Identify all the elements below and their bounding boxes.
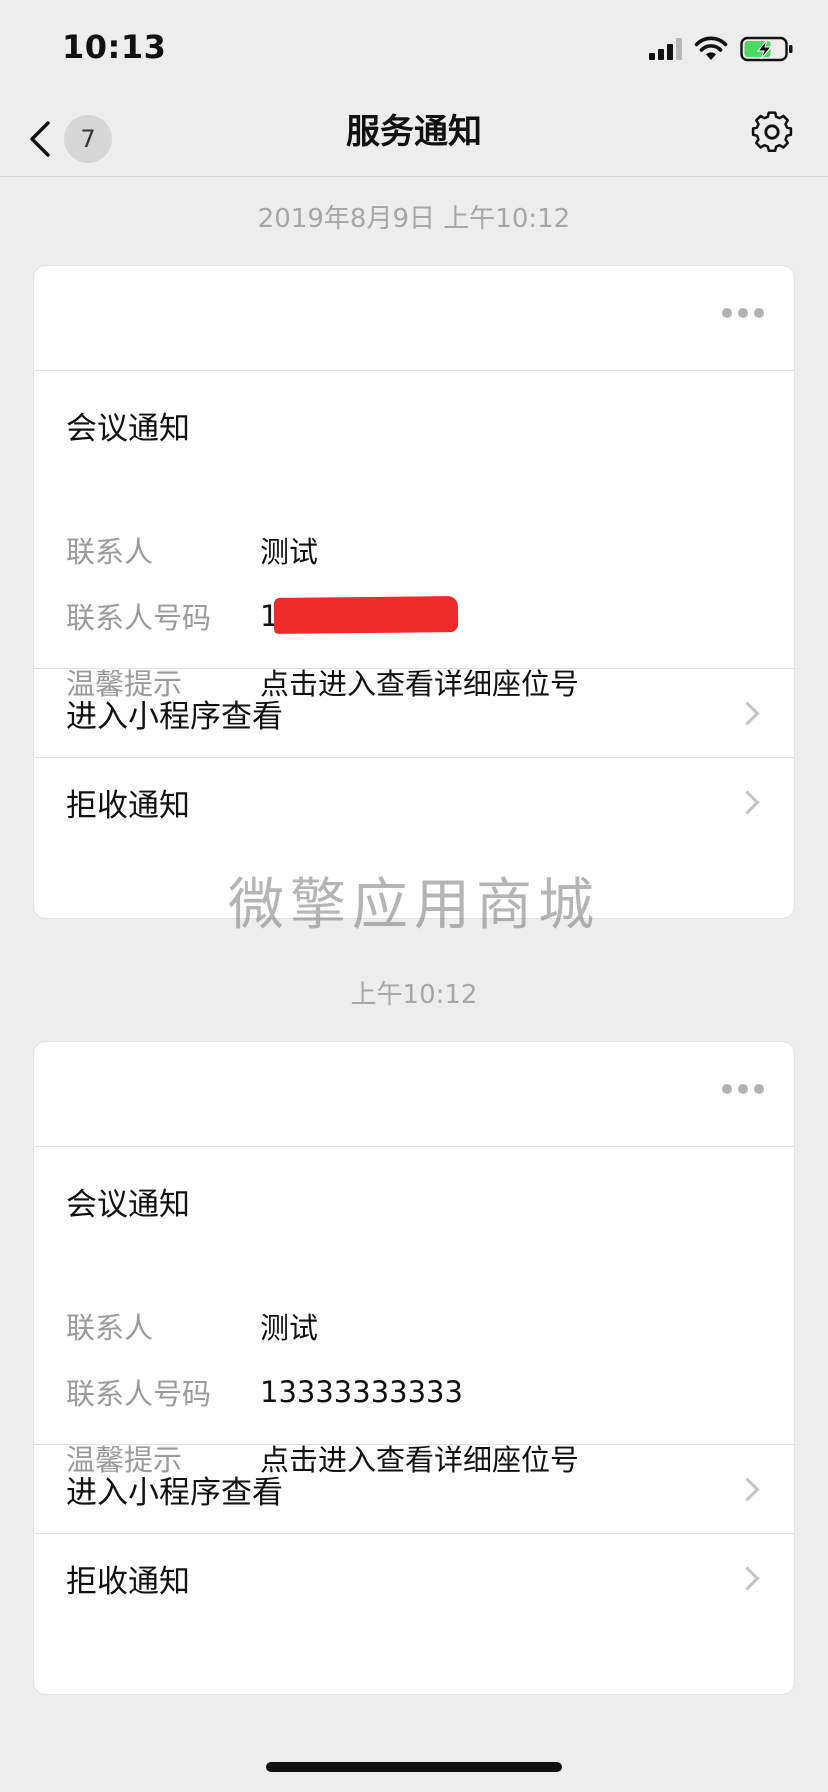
card-body: 会议通知 联系人 测试 联系人号码 1 温馨提示 点击进入查看详细座位号	[34, 371, 794, 701]
more-options-button[interactable]	[722, 308, 764, 318]
more-dot-icon	[738, 308, 748, 318]
field-label: 联系人号码	[66, 1377, 212, 1411]
battery-charging-icon	[740, 36, 793, 62]
status-icons	[649, 34, 794, 64]
redaction-mark	[273, 596, 459, 634]
field-row-phone: 联系人号码 13333333333	[66, 1359, 762, 1425]
field-label: 联系人	[66, 535, 154, 569]
card-header	[34, 1042, 794, 1147]
reject-notification-button[interactable]: 拒收通知	[34, 757, 794, 846]
more-dot-icon	[754, 308, 764, 318]
nav-bar: 服务通知 7	[0, 100, 828, 177]
chevron-right-icon	[735, 700, 760, 726]
home-indicator[interactable]	[266, 1762, 562, 1772]
action-label: 拒收通知	[66, 787, 190, 824]
field-label: 联系人	[66, 1311, 154, 1345]
action-label: 进入小程序查看	[66, 1474, 283, 1511]
field-value: 测试	[260, 1311, 319, 1345]
card-title: 会议通知	[66, 1187, 190, 1223]
back-button[interactable]: 7	[28, 114, 112, 164]
card-header	[34, 266, 794, 371]
field-value: 测试	[260, 535, 319, 569]
field-row-phone: 联系人号码 1	[66, 583, 762, 649]
chevron-right-icon	[735, 789, 760, 815]
field-row-contact: 联系人 测试	[66, 517, 762, 583]
message-timestamp: 上午10:12	[350, 980, 478, 1010]
card-title: 会议通知	[66, 411, 190, 447]
gear-icon	[751, 111, 793, 153]
field-value-redacted: 1	[260, 596, 459, 634]
action-label: 拒收通知	[66, 1563, 190, 1600]
more-options-button[interactable]	[722, 1084, 764, 1094]
chevron-right-icon	[735, 1476, 760, 1502]
chevron-right-icon	[735, 1565, 760, 1591]
card-body: 会议通知 联系人 测试 联系人号码 13333333333 温馨提示 点击进入查…	[34, 1147, 794, 1477]
notification-card: 会议通知 联系人 测试 联系人号码 13333333333 温馨提示 点击进入查…	[34, 1042, 794, 1694]
action-label: 进入小程序查看	[66, 698, 283, 735]
open-mini-program-button[interactable]: 进入小程序查看	[34, 1445, 794, 1533]
field-label: 联系人号码	[66, 601, 212, 635]
reject-notification-button[interactable]: 拒收通知	[34, 1533, 794, 1622]
signal-icon	[649, 38, 682, 60]
more-dot-icon	[722, 308, 732, 318]
page-title: 服务通知	[346, 112, 482, 152]
wifi-icon	[694, 36, 728, 60]
status-time: 10:13	[62, 28, 167, 66]
more-dot-icon	[754, 1084, 764, 1094]
chevron-left-icon	[30, 121, 50, 157]
more-dot-icon	[722, 1084, 732, 1094]
more-dot-icon	[738, 1084, 748, 1094]
message-timestamp: 2019年8月9日 上午10:12	[257, 204, 571, 234]
open-mini-program-button[interactable]: 进入小程序查看	[34, 669, 794, 757]
unread-count-badge: 7	[64, 115, 112, 163]
settings-button[interactable]	[750, 110, 794, 154]
field-row-contact: 联系人 测试	[66, 1293, 762, 1359]
notification-card: 会议通知 联系人 测试 联系人号码 1 温馨提示 点击进入查看详细座位号 进入小…	[34, 266, 794, 918]
status-bar: 10:13	[0, 0, 828, 100]
field-value: 13333333333	[260, 1375, 463, 1409]
